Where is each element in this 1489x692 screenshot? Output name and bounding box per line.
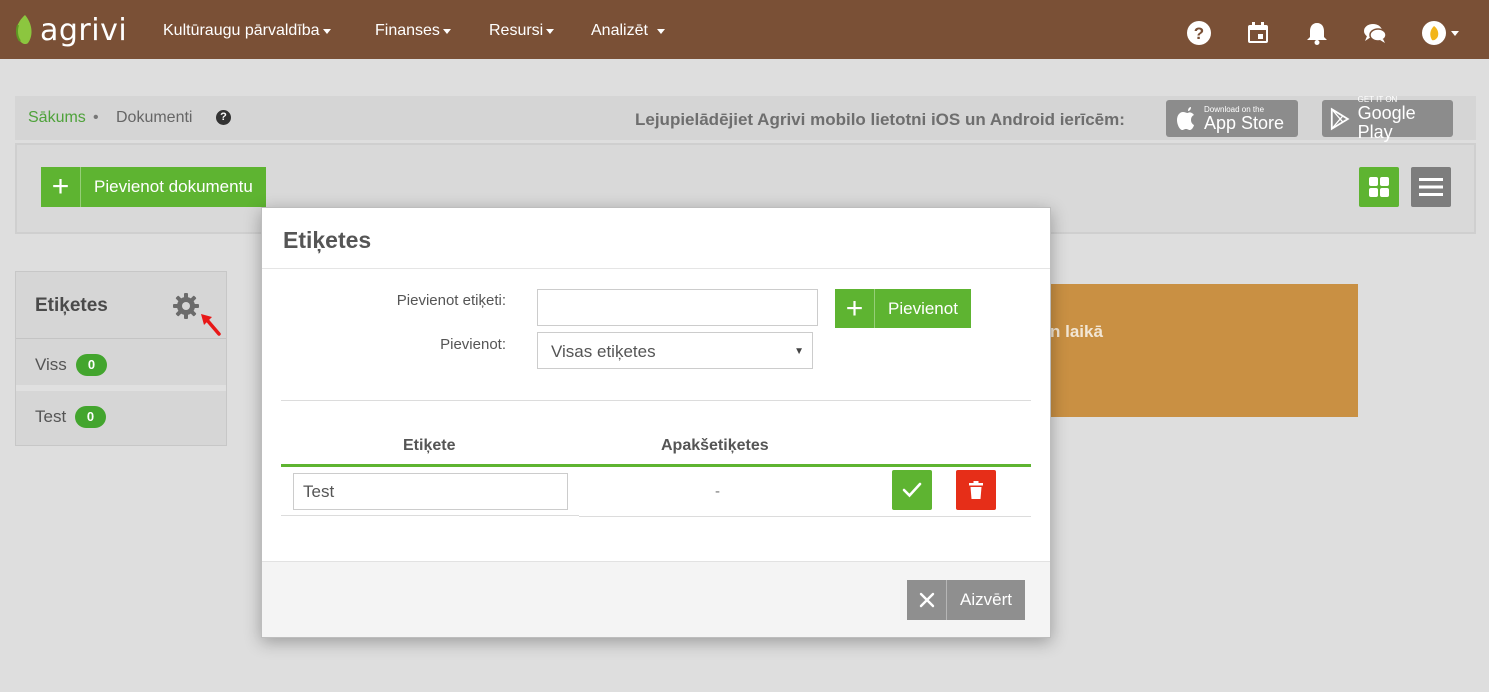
arrow-pointer-icon bbox=[201, 314, 221, 336]
plus-icon: + bbox=[41, 167, 81, 207]
chevron-down-icon bbox=[1451, 30, 1459, 36]
mobile-app-promo: Lejupielādējiet Agrivi mobilo lietotni i… bbox=[635, 110, 1125, 129]
tag-filter-all[interactable]: Viss 0 bbox=[16, 339, 226, 391]
add-to-selected-value: Visas etiķetes bbox=[551, 342, 656, 361]
subtags-value: - bbox=[715, 483, 720, 500]
add-to-label: Pievienot: bbox=[440, 336, 506, 353]
tags-modal: Etiķetes Pievienot etiķeti: Pievienot: V… bbox=[261, 207, 1051, 638]
svg-text:?: ? bbox=[1194, 24, 1204, 43]
add-tag-button[interactable]: + Pievienot bbox=[835, 289, 971, 328]
nav-analyze-label: Analizēt bbox=[591, 22, 648, 39]
close-modal-button[interactable]: Aizvērt bbox=[907, 580, 1025, 620]
delete-tag-button[interactable] bbox=[956, 470, 996, 510]
app-store-big-text: App Store bbox=[1204, 112, 1285, 133]
dropdown-arrow-icon: ▼ bbox=[794, 346, 804, 357]
add-tag-label: Pievienot etiķeti: bbox=[396, 292, 506, 309]
calendar-icon[interactable] bbox=[1245, 20, 1271, 46]
column-header-subtags: Apakšetiķetes bbox=[661, 437, 769, 454]
row-divider bbox=[579, 516, 1031, 517]
tags-sidebar: Etiķetes Viss 0 Test 0 bbox=[15, 271, 227, 446]
add-tag-button-label: Pievienot bbox=[888, 298, 958, 318]
alert-text: n laikā bbox=[1050, 322, 1103, 341]
logo-text: agrivi bbox=[40, 12, 128, 48]
list-view-button[interactable] bbox=[1411, 167, 1451, 207]
google-play-button[interactable]: GET IT ON Google Play bbox=[1322, 95, 1453, 142]
chevron-down-icon bbox=[322, 28, 331, 34]
grid-icon bbox=[1369, 177, 1389, 197]
close-modal-label: Aizvērt bbox=[960, 590, 1012, 609]
checkmark-icon bbox=[902, 482, 922, 498]
save-tag-button[interactable] bbox=[892, 470, 932, 510]
close-icon bbox=[907, 580, 947, 620]
breadcrumb-home[interactable]: Sākums bbox=[28, 109, 86, 127]
table-header-underline bbox=[281, 464, 1031, 467]
chat-icon[interactable] bbox=[1362, 20, 1388, 46]
nav-analyze[interactable]: Analizēt bbox=[591, 22, 665, 40]
modal-section-divider bbox=[281, 400, 1031, 401]
tag-count-badge: 0 bbox=[75, 406, 106, 428]
breadcrumb-current: Dokumenti bbox=[116, 109, 193, 126]
grid-view-button[interactable] bbox=[1359, 167, 1399, 207]
user-avatar bbox=[1422, 21, 1446, 45]
add-tag-input[interactable] bbox=[537, 289, 818, 326]
nav-resources-label: Resursi bbox=[489, 22, 544, 39]
tag-filter-test[interactable]: Test 0 bbox=[16, 391, 226, 443]
trash-icon bbox=[969, 481, 983, 499]
nav-finances-label: Finanses bbox=[375, 22, 440, 39]
tag-filter-label: Test bbox=[35, 407, 67, 426]
google-play-icon bbox=[1330, 107, 1350, 130]
user-menu[interactable] bbox=[1421, 20, 1459, 46]
app-store-button[interactable]: Download on the App Store bbox=[1166, 100, 1298, 137]
tag-count-badge: 0 bbox=[76, 354, 107, 376]
help-icon[interactable]: ? bbox=[1186, 20, 1212, 46]
column-header-tag: Etiķete bbox=[403, 437, 456, 454]
modal-footer: Aizvērt bbox=[262, 561, 1050, 637]
modal-title: Etiķetes bbox=[283, 227, 372, 253]
leaf-icon bbox=[15, 15, 32, 45]
chevron-down-icon bbox=[546, 28, 555, 34]
plus-icon: + bbox=[835, 289, 875, 328]
apple-icon bbox=[1177, 106, 1194, 130]
nav-resources[interactable]: Resursi bbox=[489, 22, 555, 40]
tag-name-input[interactable]: Test bbox=[293, 473, 568, 510]
nav-crop-management-label: Kultūraugu pārvaldība bbox=[163, 22, 320, 39]
bell-icon[interactable] bbox=[1304, 20, 1330, 46]
breadcrumb-separator: • bbox=[93, 109, 99, 126]
tags-sidebar-header: Etiķetes bbox=[16, 272, 226, 339]
tags-sidebar-title: Etiķetes bbox=[35, 295, 108, 316]
google-play-big-text: Google Play bbox=[1357, 103, 1416, 142]
tag-filter-label: Viss bbox=[35, 355, 67, 374]
modal-divider bbox=[262, 268, 1050, 269]
chevron-down-icon bbox=[442, 28, 451, 34]
help-icon[interactable]: ? bbox=[216, 110, 231, 125]
row-divider bbox=[281, 515, 579, 516]
list-icon bbox=[1419, 178, 1443, 196]
add-to-select[interactable]: Visas etiķetes ▼ bbox=[537, 332, 813, 369]
nav-crop-management[interactable]: Kultūraugu pārvaldība bbox=[163, 22, 331, 40]
add-document-label: Pievienot dokumentu bbox=[94, 177, 253, 196]
breadcrumb-bar: Sākums • Dokumenti ? Lejupielādējiet Agr… bbox=[15, 95, 1476, 142]
nav-finances[interactable]: Finanses bbox=[375, 22, 451, 40]
add-document-button[interactable]: + Pievienot dokumentu bbox=[41, 167, 266, 207]
chevron-down-icon bbox=[656, 28, 665, 34]
gear-icon[interactable] bbox=[172, 292, 200, 320]
top-navbar: agrivi Kultūraugu pārvaldība Finanses Re… bbox=[0, 0, 1489, 59]
info-alert: n laikā bbox=[1038, 284, 1358, 417]
agrivi-logo[interactable]: agrivi bbox=[12, 12, 127, 48]
